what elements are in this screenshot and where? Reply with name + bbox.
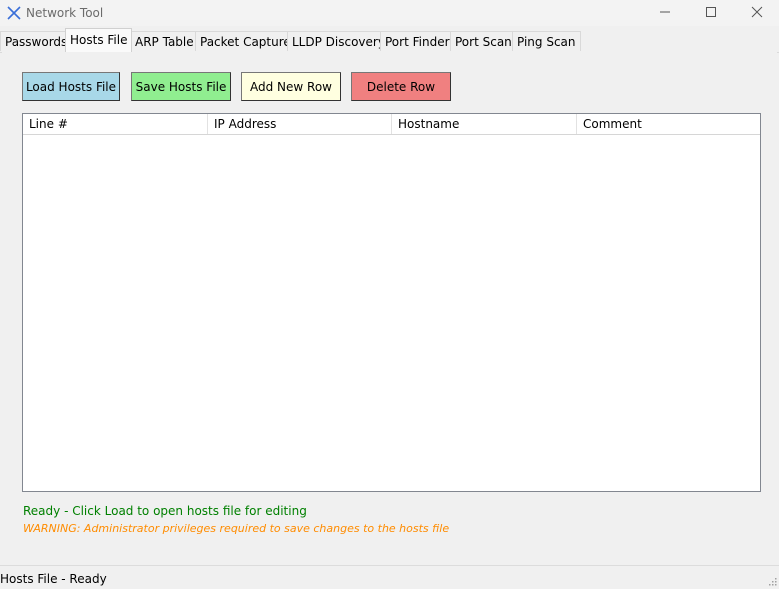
close-icon: [751, 6, 763, 21]
maximize-icon: [705, 6, 717, 21]
column-header-line-number[interactable]: Line #: [23, 114, 208, 134]
hosts-table[interactable]: Line # IP Address Hostname Comment: [22, 113, 761, 492]
tab-arp-table[interactable]: ARP Table: [130, 31, 199, 51]
admin-warning-text: WARNING: Administrator privileges requir…: [23, 522, 450, 535]
column-header-hostname[interactable]: Hostname: [392, 114, 577, 134]
load-hosts-file-button[interactable]: Load Hosts File: [22, 72, 120, 101]
ready-status-text: Ready - Click Load to open hosts file fo…: [23, 504, 307, 518]
status-bar-text: Hosts File - Ready: [0, 572, 107, 586]
minimize-button[interactable]: [642, 0, 688, 26]
title-bar: Network Tool: [0, 0, 779, 26]
column-header-comment[interactable]: Comment: [577, 114, 760, 134]
save-hosts-file-button[interactable]: Save Hosts File: [131, 72, 231, 101]
status-bar: Hosts File - Ready: [0, 565, 779, 587]
delete-row-button[interactable]: Delete Row: [351, 72, 451, 101]
tab-passwords[interactable]: Passwords: [0, 31, 73, 51]
add-new-row-button[interactable]: Add New Row: [241, 72, 341, 101]
tab-strip: Passwords Hosts File ARP Table Packet Ca…: [0, 28, 779, 53]
tab-port-finder[interactable]: Port Finder: [380, 31, 455, 51]
table-header: Line # IP Address Hostname Comment: [23, 114, 760, 135]
tab-port-scan[interactable]: Port Scan: [450, 31, 517, 51]
tab-lldp-discovery[interactable]: LLDP Discovery: [287, 31, 390, 51]
column-header-ip-address[interactable]: IP Address: [208, 114, 392, 134]
tab-packet-capture[interactable]: Packet Capture: [195, 31, 296, 51]
tab-hosts-file[interactable]: Hosts File: [65, 28, 133, 52]
window-title: Network Tool: [26, 6, 104, 20]
maximize-button[interactable]: [688, 0, 734, 26]
tab-ping-scan[interactable]: Ping Scan: [512, 31, 581, 51]
minimize-icon: [659, 6, 671, 21]
app-icon: [6, 5, 22, 21]
close-button[interactable]: [734, 0, 779, 26]
resize-grip-icon[interactable]: [767, 575, 777, 586]
